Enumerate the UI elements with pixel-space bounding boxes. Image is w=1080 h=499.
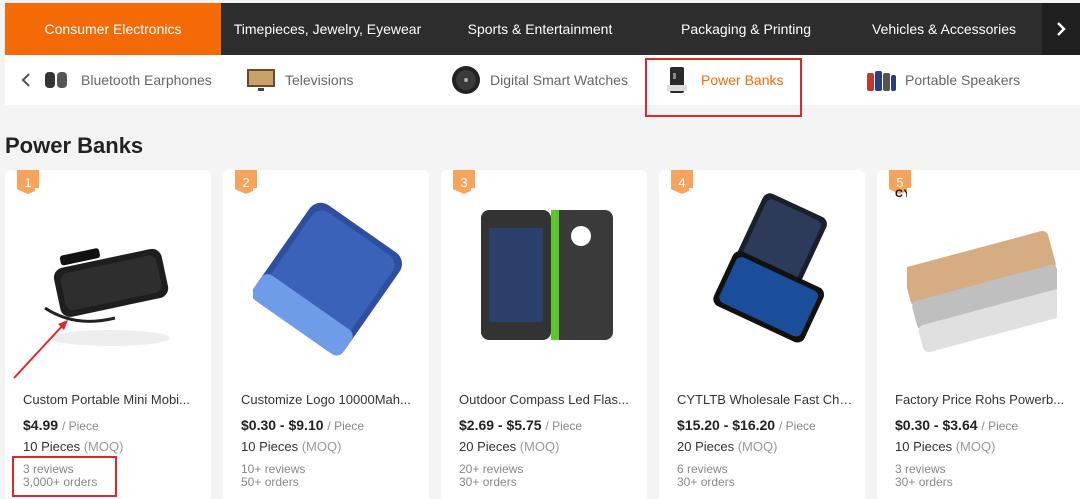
product-card[interactable]: 1 Custom Portable Mini Mobi... $4.99 / P… (5, 170, 211, 499)
subcategory-label: Digital Smart Watches (490, 72, 628, 88)
product-orders: 30+ orders (677, 475, 735, 489)
price-unit: / Piece (545, 419, 583, 433)
product-image (907, 188, 1057, 360)
product-moq: 20 Pieces (MOQ) (677, 439, 777, 454)
product-orders: 30+ orders (459, 475, 517, 489)
product-card[interactable]: 3 Outdoor Compass Led Flas... $2.69 - $5… (441, 170, 647, 499)
product-moq: 10 Pieces (MOQ) (895, 439, 995, 454)
subcategory-label: Portable Speakers (905, 72, 1021, 88)
subcategory-televisions[interactable]: Televisions (245, 55, 353, 105)
moq-tag: (MOQ) (737, 439, 778, 454)
moq-tag: (MOQ) (519, 439, 560, 454)
product-image (471, 188, 621, 360)
top-category-packaging[interactable]: Packaging & Printing (646, 3, 846, 55)
moq-tag: (MOQ) (955, 439, 996, 454)
product-title[interactable]: Outdoor Compass Led Flas... (459, 392, 635, 407)
moq-quantity: 20 Pieces (677, 439, 735, 454)
moq-quantity: 10 Pieces (23, 439, 81, 454)
highlight-annotation-box (645, 58, 802, 117)
top-category-sports[interactable]: Sports & Entertainment (434, 3, 646, 55)
product-reviews: 6 reviews (677, 462, 728, 476)
product-image (689, 188, 839, 360)
top-category-consumer-electronics[interactable]: Consumer Electronics (5, 3, 221, 55)
product-title[interactable]: Custom Portable Mini Mobi... (23, 392, 199, 407)
product-title[interactable]: CYTLTB Wholesale Fast Cha... (677, 392, 853, 407)
earphones-icon (41, 64, 73, 96)
television-icon (245, 64, 277, 96)
subcategory-bar: Bluetooth Earphones Televisions Digital … (5, 55, 1080, 105)
moq-quantity: 10 Pieces (895, 439, 953, 454)
section-title: Power Banks (5, 133, 144, 158)
product-price: $2.69 - $5.75 / Piece (459, 417, 582, 433)
price-value: $2.69 - $5.75 (459, 417, 542, 433)
product-orders: 30+ orders (895, 475, 953, 489)
price-value: $0.30 - $3.64 (895, 417, 978, 433)
product-reviews: 3 reviews (895, 462, 946, 476)
subcategory-bluetooth-earphones[interactable]: Bluetooth Earphones (41, 55, 212, 105)
product-orders: 3,000+ orders (23, 475, 98, 489)
product-price: $4.99 / Piece (23, 417, 99, 433)
price-unit: / Piece (981, 419, 1019, 433)
product-image (253, 188, 403, 360)
product-price: $15.20 - $16.20 / Piece (677, 417, 816, 433)
product-card[interactable]: 5 CYTLTB Factory Price Rohs Powerb... $0… (877, 170, 1080, 499)
product-reviews: 20+ reviews (459, 462, 524, 476)
moq-tag: (MOQ) (83, 439, 124, 454)
top-category-bar: Consumer Electronics Timepieces, Jewelry… (5, 3, 1080, 55)
price-value: $4.99 (23, 417, 59, 433)
subcategory-portable-speakers[interactable]: Portable Speakers (865, 55, 1020, 105)
previous-subcategory-button[interactable] (13, 67, 39, 93)
chevron-right-icon (1057, 22, 1066, 36)
price-value: $15.20 - $16.20 (677, 417, 776, 433)
price-unit: / Piece (778, 419, 816, 433)
subcategory-digital-smart-watches[interactable]: Digital Smart Watches (450, 55, 628, 105)
price-unit: / Piece (327, 419, 365, 433)
product-card[interactable]: 2 Customize Logo 10000Mah... $0.30 - $9.… (223, 170, 429, 499)
moq-quantity: 20 Pieces (459, 439, 517, 454)
product-reviews: 10+ reviews (241, 462, 306, 476)
product-price: $0.30 - $9.10 / Piece (241, 417, 364, 433)
product-moq: 10 Pieces (MOQ) (23, 439, 123, 454)
product-image (35, 188, 185, 360)
subcategory-label: Bluetooth Earphones (81, 72, 212, 88)
product-reviews: 3 reviews (23, 462, 74, 476)
smartwatch-icon (450, 64, 482, 96)
product-title[interactable]: Factory Price Rohs Powerb... (895, 392, 1071, 407)
subcategory-label: Televisions (285, 72, 354, 88)
price-value: $0.30 - $9.10 (241, 417, 324, 433)
moq-tag: (MOQ) (301, 439, 342, 454)
chevron-left-icon (21, 73, 30, 87)
speaker-icon (865, 64, 897, 96)
moq-quantity: 10 Pieces (241, 439, 299, 454)
next-category-button[interactable] (1042, 3, 1080, 55)
product-price: $0.30 - $3.64 / Piece (895, 417, 1018, 433)
top-category-vehicles[interactable]: Vehicles & Accessories (846, 3, 1042, 55)
top-category-timepieces[interactable]: Timepieces, Jewelry, Eyewear (221, 3, 434, 55)
product-title[interactable]: Customize Logo 10000Mah... (241, 392, 417, 407)
product-orders: 50+ orders (241, 475, 299, 489)
price-unit: / Piece (61, 419, 99, 433)
product-moq: 20 Pieces (MOQ) (459, 439, 559, 454)
product-card[interactable]: 4 CYTLTB Wholesale Fast Cha... $15.20 - … (659, 170, 865, 499)
product-moq: 10 Pieces (MOQ) (241, 439, 341, 454)
